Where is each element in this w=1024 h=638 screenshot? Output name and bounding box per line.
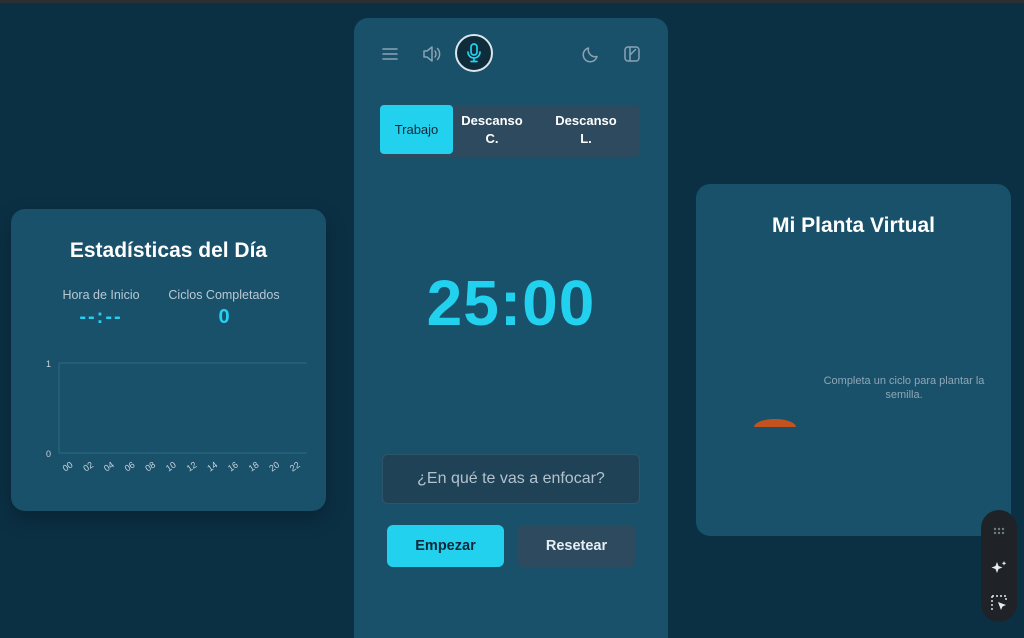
drag-grip-icon: [993, 527, 1005, 535]
sound-button[interactable]: [418, 40, 446, 68]
chart-y-tick-label: 1: [46, 359, 51, 369]
start-time-label: Hora de Inicio: [62, 288, 140, 302]
stats-title: Estadísticas del Día: [69, 239, 268, 262]
start-time-stat: Hora de Inicio --:--: [45, 288, 157, 329]
plant-title: Mi Planta Virtual: [772, 214, 935, 237]
seed-mound: [754, 419, 796, 427]
chart-x-tick-label: 16: [226, 460, 240, 474]
chart-x-tick-label: 04: [102, 460, 116, 474]
moon-icon: [582, 47, 598, 63]
menu-button[interactable]: [376, 40, 404, 68]
floating-toolbar: [981, 510, 1017, 622]
chart-x-tick-label: 18: [247, 460, 261, 474]
cycles-label: Ciclos Completados: [168, 288, 280, 302]
tab-short-break[interactable]: Descanso C.: [454, 105, 530, 154]
theme-palette-icon: [624, 46, 640, 62]
plant-message: Completa un ciclo para plantar la semill…: [823, 375, 985, 401]
chart-x-tick-label: 20: [267, 460, 281, 474]
tab-long-break[interactable]: Descanso L.: [548, 105, 624, 154]
chart-x-tick-label: 06: [123, 460, 137, 474]
chart-x-tick-label: 00: [61, 460, 75, 474]
mode-tabs: Trabajo Descanso C. Descanso L.: [380, 105, 640, 157]
theme-button[interactable]: [618, 40, 646, 68]
toolbar-magic-button[interactable]: [987, 556, 1011, 580]
voice-input-button[interactable]: [455, 34, 493, 72]
start-button[interactable]: Empezar: [387, 525, 504, 567]
cycles-value: 0: [218, 306, 230, 328]
chart-x-tick-label: 12: [185, 460, 199, 474]
microphone-icon: [467, 43, 481, 63]
start-time-value: --:--: [79, 306, 123, 328]
speaker-icon: [423, 46, 441, 62]
focus-task-input[interactable]: [382, 454, 640, 504]
daily-stats-card: Estadísticas del Día Hora de Inicio --:-…: [11, 209, 326, 511]
cycles-by-hour-chart: 1000 02 04 06 08 10 12 14 16 18 20 22: [46, 359, 307, 474]
chart-x-tick-label: 10: [164, 460, 178, 474]
chart-x-tick-label: 22: [288, 460, 302, 474]
select-cursor-icon: [991, 595, 1007, 610]
toolbar-select-button[interactable]: [987, 591, 1011, 615]
sparkle-icon: [991, 561, 1007, 573]
tab-work[interactable]: Trabajo: [380, 105, 453, 154]
toolbar-drag-handle[interactable]: [987, 519, 1011, 543]
window-top-border: [0, 0, 1024, 3]
chart-x-tick-label: 14: [205, 460, 219, 474]
chart-x-tick-label: 02: [81, 460, 95, 474]
dark-mode-button[interactable]: [577, 40, 605, 68]
pomodoro-timer-card: Trabajo Descanso C. Descanso L. 25:00 Em…: [354, 18, 668, 638]
timer-countdown: 25:00: [426, 267, 596, 339]
chart-y-tick-label: 0: [46, 449, 51, 459]
reset-button[interactable]: Resetear: [518, 525, 635, 567]
menu-icon: [382, 48, 398, 60]
chart-x-tick-label: 08: [143, 460, 157, 474]
virtual-plant-card: Mi Planta Virtual Completa un ciclo para…: [696, 184, 1011, 536]
cycles-stat: Ciclos Completados 0: [163, 288, 285, 329]
